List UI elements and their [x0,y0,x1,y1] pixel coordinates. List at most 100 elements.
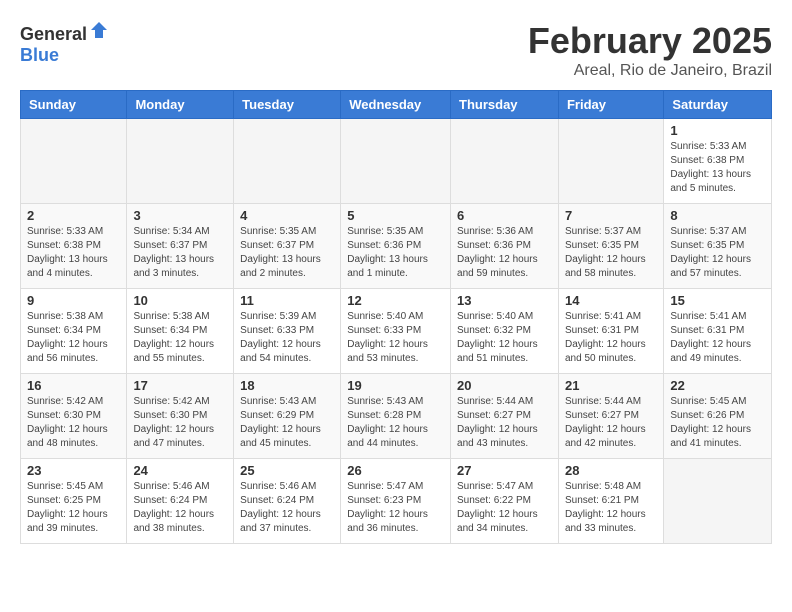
day-number: 15 [670,293,765,308]
logo-icon [89,20,109,40]
day-number: 18 [240,378,334,393]
calendar-table: SundayMondayTuesdayWednesdayThursdayFrid… [20,90,772,544]
day-number: 11 [240,293,334,308]
day-number: 26 [347,463,444,478]
day-info: Sunrise: 5:44 AM Sunset: 6:27 PM Dayligh… [457,395,552,451]
calendar-cell: 20 Sunrise: 5:44 AM Sunset: 6:27 PM Dayli… [451,374,559,459]
day-info: Sunrise: 5:39 AM Sunset: 6:33 PM Dayligh… [240,310,334,366]
day-info: Sunrise: 5:44 AM Sunset: 6:27 PM Dayligh… [565,395,657,451]
weekday-header: Sunday [21,91,127,119]
day-info: Sunrise: 5:40 AM Sunset: 6:32 PM Dayligh… [457,310,552,366]
calendar-cell: 9 Sunrise: 5:38 AM Sunset: 6:34 PM Daylig… [21,289,127,374]
day-number: 7 [565,208,657,223]
day-number: 20 [457,378,552,393]
calendar-cell: 27 Sunrise: 5:47 AM Sunset: 6:22 PM Dayli… [451,459,559,544]
day-info: Sunrise: 5:35 AM Sunset: 6:37 PM Dayligh… [240,225,334,281]
calendar-cell [664,459,772,544]
day-number: 19 [347,378,444,393]
day-info: Sunrise: 5:47 AM Sunset: 6:22 PM Dayligh… [457,480,552,536]
day-number: 25 [240,463,334,478]
week-row: 23 Sunrise: 5:45 AM Sunset: 6:25 PM Dayli… [21,459,772,544]
calendar-cell: 2 Sunrise: 5:33 AM Sunset: 6:38 PM Daylig… [21,204,127,289]
day-info: Sunrise: 5:45 AM Sunset: 6:25 PM Dayligh… [27,480,120,536]
calendar-cell: 6Sunrise: 5:36 AM Sunset: 6:36 PM Daylig… [451,204,559,289]
week-row: 16 Sunrise: 5:42 AM Sunset: 6:30 PM Dayli… [21,374,772,459]
calendar-cell: 13 Sunrise: 5:40 AM Sunset: 6:32 PM Dayli… [451,289,559,374]
weekday-header: Thursday [451,91,559,119]
calendar-cell: 28 Sunrise: 5:48 AM Sunset: 6:21 PM Dayli… [558,459,663,544]
day-info: Sunrise: 5:38 AM Sunset: 6:34 PM Dayligh… [27,310,120,366]
calendar-cell: 26 Sunrise: 5:47 AM Sunset: 6:23 PM Dayli… [341,459,451,544]
day-info: Sunrise: 5:36 AM Sunset: 6:36 PM Dayligh… [457,225,552,281]
calendar-cell [127,119,234,204]
day-number: 1 [670,123,765,138]
calendar-cell: 3Sunrise: 5:34 AM Sunset: 6:37 PM Daylig… [127,204,234,289]
calendar-cell: 19 Sunrise: 5:43 AM Sunset: 6:28 PM Dayli… [341,374,451,459]
day-info: Sunrise: 5:42 AM Sunset: 6:30 PM Dayligh… [133,395,227,451]
day-number: 10 [133,293,227,308]
day-info: Sunrise: 5:35 AM Sunset: 6:36 PM Dayligh… [347,225,444,281]
day-info: Sunrise: 5:40 AM Sunset: 6:33 PM Dayligh… [347,310,444,366]
day-number: 9 [27,293,120,308]
day-info: Sunrise: 5:42 AM Sunset: 6:30 PM Dayligh… [27,395,120,451]
calendar-cell: 14Sunrise: 5:41 AM Sunset: 6:31 PM Dayli… [558,289,663,374]
logo: General Blue [20,20,109,66]
day-number: 13 [457,293,552,308]
day-number: 21 [565,378,657,393]
calendar-cell: 5Sunrise: 5:35 AM Sunset: 6:36 PM Daylig… [341,204,451,289]
day-number: 17 [133,378,227,393]
day-info: Sunrise: 5:45 AM Sunset: 6:26 PM Dayligh… [670,395,765,451]
day-info: Sunrise: 5:37 AM Sunset: 6:35 PM Dayligh… [670,225,765,281]
day-number: 12 [347,293,444,308]
day-info: Sunrise: 5:37 AM Sunset: 6:35 PM Dayligh… [565,225,657,281]
day-info: Sunrise: 5:43 AM Sunset: 6:29 PM Dayligh… [240,395,334,451]
day-info: Sunrise: 5:41 AM Sunset: 6:31 PM Dayligh… [565,310,657,366]
calendar-cell: 8 Sunrise: 5:37 AM Sunset: 6:35 PM Daylig… [664,204,772,289]
day-info: Sunrise: 5:33 AM Sunset: 6:38 PM Dayligh… [27,225,120,281]
day-number: 3 [133,208,227,223]
calendar-title: February 2025 [528,20,772,62]
day-number: 23 [27,463,120,478]
calendar-cell: 11 Sunrise: 5:39 AM Sunset: 6:33 PM Dayli… [234,289,341,374]
header-row: SundayMondayTuesdayWednesdayThursdayFrid… [21,91,772,119]
day-number: 16 [27,378,120,393]
day-info: Sunrise: 5:48 AM Sunset: 6:21 PM Dayligh… [565,480,657,536]
logo-blue: Blue [20,45,59,65]
calendar-cell: 17 Sunrise: 5:42 AM Sunset: 6:30 PM Dayli… [127,374,234,459]
calendar-cell: 1 Sunrise: 5:33 AM Sunset: 6:38 PM Daylig… [664,119,772,204]
week-row: 2 Sunrise: 5:33 AM Sunset: 6:38 PM Daylig… [21,204,772,289]
week-row: 9 Sunrise: 5:38 AM Sunset: 6:34 PM Daylig… [21,289,772,374]
calendar-cell: 10 Sunrise: 5:38 AM Sunset: 6:34 PM Dayli… [127,289,234,374]
calendar-subtitle: Areal, Rio de Janeiro, Brazil [528,62,772,80]
page-header: General Blue February 2025 Areal, Rio de… [20,20,772,80]
calendar-cell [234,119,341,204]
weekday-header: Monday [127,91,234,119]
weekday-header: Friday [558,91,663,119]
week-row: 1 Sunrise: 5:33 AM Sunset: 6:38 PM Daylig… [21,119,772,204]
day-number: 27 [457,463,552,478]
day-info: Sunrise: 5:47 AM Sunset: 6:23 PM Dayligh… [347,480,444,536]
calendar-cell: 7 Sunrise: 5:37 AM Sunset: 6:35 PM Daylig… [558,204,663,289]
day-number: 28 [565,463,657,478]
logo-text: General Blue [20,20,109,66]
day-number: 8 [670,208,765,223]
title-area: February 2025 Areal, Rio de Janeiro, Bra… [528,20,772,80]
calendar-cell [558,119,663,204]
calendar-cell: 24Sunrise: 5:46 AM Sunset: 6:24 PM Dayli… [127,459,234,544]
day-info: Sunrise: 5:41 AM Sunset: 6:31 PM Dayligh… [670,310,765,366]
day-number: 2 [27,208,120,223]
day-info: Sunrise: 5:43 AM Sunset: 6:28 PM Dayligh… [347,395,444,451]
calendar-cell: 25 Sunrise: 5:46 AM Sunset: 6:24 PM Dayli… [234,459,341,544]
logo-general: General [20,24,87,44]
day-info: Sunrise: 5:46 AM Sunset: 6:24 PM Dayligh… [133,480,227,536]
calendar-cell: 22Sunrise: 5:45 AM Sunset: 6:26 PM Dayli… [664,374,772,459]
calendar-cell: 21 Sunrise: 5:44 AM Sunset: 6:27 PM Dayli… [558,374,663,459]
weekday-header: Tuesday [234,91,341,119]
calendar-cell: 15 Sunrise: 5:41 AM Sunset: 6:31 PM Dayli… [664,289,772,374]
day-number: 4 [240,208,334,223]
calendar-cell: 12 Sunrise: 5:40 AM Sunset: 6:33 PM Dayli… [341,289,451,374]
day-info: Sunrise: 5:38 AM Sunset: 6:34 PM Dayligh… [133,310,227,366]
calendar-cell [21,119,127,204]
day-info: Sunrise: 5:46 AM Sunset: 6:24 PM Dayligh… [240,480,334,536]
day-info: Sunrise: 5:33 AM Sunset: 6:38 PM Dayligh… [670,140,765,196]
